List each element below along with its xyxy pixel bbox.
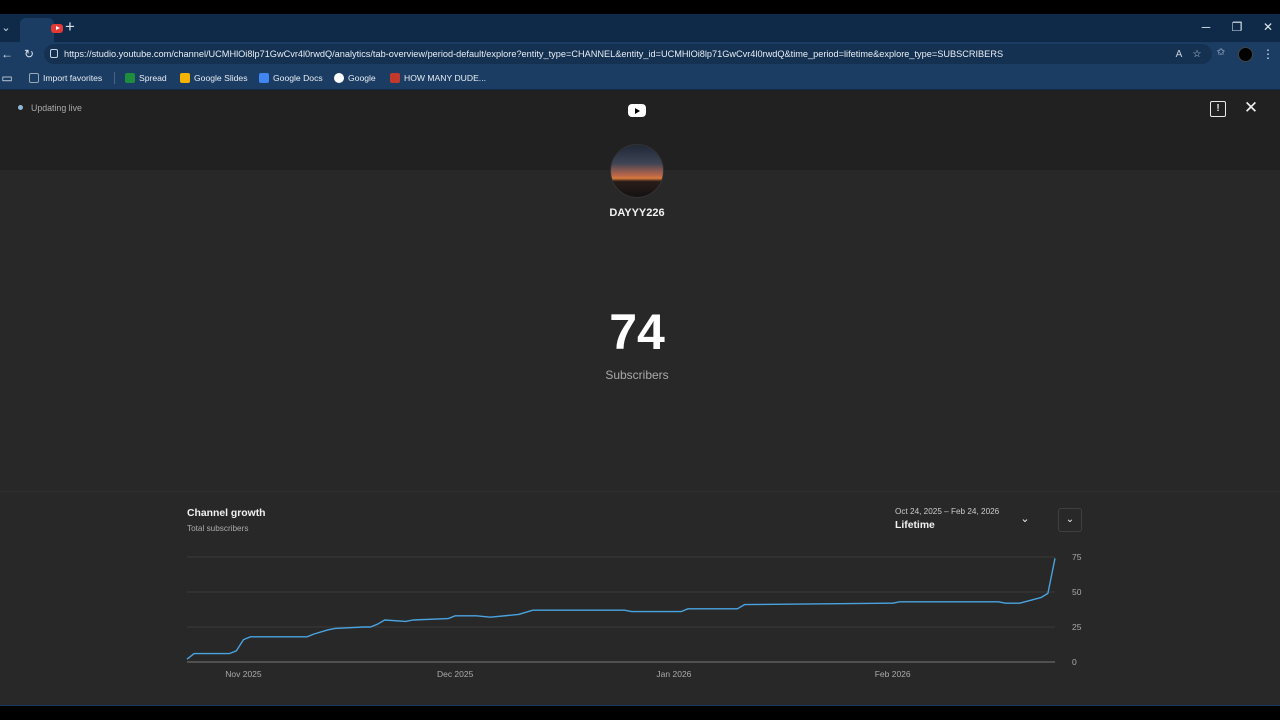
- import-icon: [29, 73, 39, 83]
- bookmark-panel-icon[interactable]: ▭: [0, 69, 14, 87]
- tab-actions-menu-icon[interactable]: ⌄: [0, 20, 12, 36]
- new-tab-icon[interactable]: +: [62, 17, 78, 37]
- google-icon: [334, 73, 344, 83]
- y-tick-label: 0: [1072, 657, 1077, 667]
- favorite-star-icon[interactable]: ☆: [1190, 47, 1204, 63]
- profile-avatar[interactable]: [1238, 47, 1253, 62]
- live-status-text: Updating live: [31, 103, 82, 113]
- youtube-logo-icon: [628, 104, 646, 117]
- growth-title: Channel growth: [187, 508, 266, 519]
- subscriber-series-line: [186, 558, 1056, 660]
- bookmark-import-favorites[interactable]: Import favorites: [29, 71, 102, 85]
- growth-line-chart: 0 25 50 75 Nov 2025 Dec 2025 Jan 2026 Feb 2026: [186, 552, 1082, 679]
- bookmark-google-slides[interactable]: Google Slides: [180, 71, 248, 85]
- y-tick-label: 25: [1072, 622, 1082, 632]
- analytics-overlay: Updating live ! ✕ DAYYY226 74 Subscriber…: [0, 90, 1280, 705]
- date-range-text: Oct 24, 2025 – Feb 24, 2026: [895, 507, 1000, 516]
- minimize-icon[interactable]: ─: [1194, 18, 1218, 36]
- url-text: https://studio.youtube.com/channel/UCMHl…: [64, 49, 1004, 59]
- screen: ⌄ + ─ ❐ ✕ ← ↻ https://studio.youtube.com…: [0, 0, 1280, 720]
- bookmark-label: HOW MANY DUDE...: [404, 73, 486, 83]
- bookmarks-bar: ▭ Import favorites Spread Google Slides …: [0, 66, 1280, 90]
- browser-menu-icon[interactable]: ⋮: [1262, 45, 1274, 63]
- bookmark-label: Spread: [139, 73, 167, 83]
- bookmark-label: Google Docs: [273, 73, 323, 83]
- refresh-icon[interactable]: ↻: [22, 45, 36, 63]
- x-tick-label: Nov 2025: [225, 669, 262, 679]
- bookmark-label: Google Slides: [194, 73, 248, 83]
- feedback-icon[interactable]: !: [1210, 101, 1226, 117]
- period-selector-label[interactable]: Lifetime: [895, 519, 935, 532]
- close-icon[interactable]: ✕: [1241, 98, 1261, 118]
- y-tick-label: 50: [1072, 587, 1082, 597]
- tab-strip: ⌄ + ─ ❐ ✕: [0, 14, 1280, 42]
- live-indicator-dot: [18, 105, 23, 110]
- subscriber-count: 74: [609, 304, 665, 360]
- sheets-icon: [125, 73, 135, 83]
- bookmark-spread[interactable]: Spread: [125, 71, 167, 85]
- bookmark-label: Import favorites: [43, 73, 103, 83]
- expand-chevron-down-icon[interactable]: ⌄: [1058, 508, 1082, 532]
- bookmark-google[interactable]: Google: [334, 71, 376, 85]
- address-bar-row: ← ↻ https://studio.youtube.com/channel/U…: [0, 42, 1280, 66]
- channel-avatar: [610, 144, 664, 198]
- docs-icon: [259, 73, 269, 83]
- address-bar[interactable]: https://studio.youtube.com/channel/UCMHl…: [44, 44, 1212, 64]
- period-chevron-down-icon[interactable]: ⌄: [1017, 511, 1033, 527]
- custom-icon: [390, 73, 400, 83]
- channel-growth-panel: Channel growth Total subscribers Oct 24,…: [0, 491, 1280, 705]
- channel-name: DAYYY226: [609, 207, 665, 219]
- os-top-strip: [0, 0, 1280, 14]
- read-aloud-icon[interactable]: A: [1172, 47, 1186, 63]
- subscriber-label: Subscribers: [605, 368, 669, 382]
- x-tick-label: Feb 2026: [875, 669, 911, 679]
- x-tick-label: Dec 2025: [437, 669, 474, 679]
- back-icon[interactable]: ←: [0, 45, 14, 63]
- bookmark-how-many-dude[interactable]: HOW MANY DUDE...: [390, 71, 486, 85]
- growth-subtitle: Total subscribers: [187, 524, 249, 533]
- lock-icon: [50, 49, 58, 58]
- bookmark-google-docs[interactable]: Google Docs: [259, 71, 323, 85]
- x-tick-label: Jan 2026: [656, 669, 691, 679]
- window-close-icon[interactable]: ✕: [1256, 18, 1280, 36]
- restore-icon[interactable]: ❐: [1225, 18, 1249, 36]
- slides-icon: [180, 73, 190, 83]
- bookmark-divider: [114, 72, 115, 84]
- y-tick-label: 75: [1072, 552, 1082, 562]
- favorites-icon[interactable]: ✩: [1214, 45, 1228, 61]
- tab-youtube-studio[interactable]: [20, 18, 63, 42]
- taskbar-strip: [0, 705, 1280, 720]
- bookmark-label: Google: [348, 73, 376, 83]
